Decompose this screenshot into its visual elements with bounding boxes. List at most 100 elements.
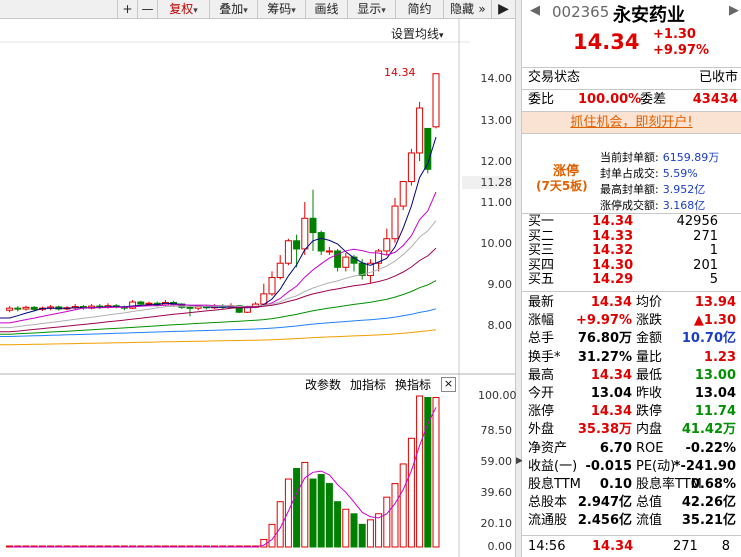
promo-link[interactable]: 抓住机会，即刻开户! — [522, 112, 741, 133]
stat-label: 总股本 — [528, 495, 568, 511]
bid-price: 14.33 — [592, 228, 634, 244]
chouma-label: 筹码 — [267, 2, 292, 16]
candle — [383, 228, 391, 256]
jianyue-button[interactable]: 简约 — [395, 0, 443, 18]
stat-value: 41.42万 — [681, 422, 736, 438]
limit-up-row: 当前封单额: 6159.89万 — [600, 150, 719, 166]
stat-label: 金额 — [636, 331, 663, 347]
indicator-bar — [325, 483, 333, 548]
current-price: 14.34 — [573, 30, 640, 54]
candle-body — [325, 250, 333, 253]
edit-params-button[interactable]: 改参数 — [305, 376, 341, 393]
indicator-bar — [375, 513, 383, 548]
chart-toolbar: + — 复权▾ 叠加▾ 筹码▾ 画线 显示▾ 简约 隐藏 » ▶ — [0, 0, 515, 19]
bid-volume: 271 — [693, 228, 718, 244]
stat-label: ROE — [636, 440, 664, 456]
indicator-axis-label: 0.00 — [487, 540, 513, 553]
splitter[interactable]: ▶ — [515, 0, 523, 557]
indicator-axis-label: 39.60 — [480, 486, 513, 499]
next-stock-icon[interactable]: ▶ — [729, 3, 739, 18]
kline-chart-area: 设置均线▾ 14.34 14.00 13.00 12.00 11.28 11.0… — [0, 19, 517, 557]
prev-stock-icon[interactable]: ◀ — [530, 3, 540, 18]
stat-label: 股息TTM — [528, 476, 581, 492]
trade-status-label: 交易状态 — [528, 70, 581, 85]
stat-value: 76.80万 — [577, 331, 632, 347]
stat-label: 均价 — [636, 295, 663, 310]
trade-status-value: 已收市 — [698, 70, 738, 85]
stock-code: 002365 — [552, 3, 610, 21]
candle — [325, 246, 333, 256]
candle-body — [6, 307, 14, 311]
bid-row: 买四 14.30 201 — [528, 258, 738, 274]
stat-row: 收益(一) -0.015 PE(动) *-241.90 — [528, 458, 738, 476]
trade-status-row: 交易状态 已收市 — [528, 69, 738, 87]
candle — [293, 234, 301, 268]
stat-row: 最高 14.34 最低 13.00 — [528, 367, 738, 385]
bid-row: 买二 14.33 271 — [528, 228, 738, 245]
candle-body — [22, 306, 30, 310]
set-ma-button[interactable]: 设置均线▾ — [391, 25, 444, 42]
stat-value: 13.94 — [694, 295, 736, 310]
panel-collapse-icon[interactable]: ▶ — [491, 0, 515, 18]
stat-value: 35.38万 — [577, 422, 632, 438]
stat-row: 净资产 6.70 ROE -0.22% — [528, 440, 738, 458]
bid-label: 买三 — [528, 243, 555, 258]
indicator-bar — [358, 523, 366, 548]
bid-price: 14.29 — [592, 272, 634, 287]
limit-up-row: 最高封单额: 3.952亿 — [600, 182, 719, 198]
more-icon[interactable]: » — [473, 0, 491, 18]
stat-label: 总手 — [528, 331, 555, 347]
limit-up-row-value: 3.168亿 — [662, 199, 706, 212]
indicator-bar — [366, 519, 374, 548]
candle-body — [145, 302, 153, 305]
indicator-bar — [268, 523, 276, 548]
stat-value: 11.74 — [694, 404, 736, 420]
zoom-in-button[interactable]: + — [117, 0, 137, 18]
candle — [334, 248, 342, 272]
chouma-button[interactable]: 筹码▾ — [257, 0, 305, 18]
fuquan-label: 复权 — [169, 2, 194, 16]
diejia-label: 叠加 — [219, 2, 244, 16]
last-price-tag: 14.34 — [384, 66, 416, 79]
limit-up-row-label: 当前封单额: — [600, 151, 659, 164]
candle-body — [342, 256, 350, 268]
candle — [268, 271, 276, 296]
bid-price: 14.34 — [592, 214, 634, 229]
candle — [342, 253, 350, 272]
ma-line — [0, 191, 437, 324]
add-indicator-button[interactable]: 加指标 — [350, 376, 386, 393]
stat-row: 涨幅 +9.97% 涨跌 ▲1.30 — [528, 312, 738, 330]
stat-row: 总手 76.80万 金额 10.70亿 — [528, 330, 738, 348]
candle — [375, 248, 383, 272]
candle — [407, 148, 415, 186]
stat-value: 0.10 — [599, 476, 632, 492]
stat-value: 13.04 — [590, 385, 632, 401]
tick-time: 14:56 — [528, 539, 566, 554]
limit-up-row-label: 最高封单额: — [600, 183, 659, 196]
bid-book: 买一 14.34 42956 买二 14.33 271 买三 14.32 1 买… — [528, 214, 738, 288]
stat-label: 最高 — [528, 367, 555, 383]
xianshi-dropdown[interactable]: 显示▾ — [347, 0, 395, 18]
stat-label: 外盘 — [528, 422, 555, 438]
close-indicator-button[interactable]: × — [441, 377, 456, 392]
candle — [399, 181, 407, 211]
stat-value: 1.23 — [703, 349, 736, 365]
stat-value: 14.34 — [590, 367, 632, 383]
bid-volume: 42956 — [676, 214, 718, 229]
zoom-out-button[interactable]: — — [137, 0, 157, 18]
stat-row: 最新 14.34 均价 13.94 — [528, 294, 738, 312]
switch-indicator-button[interactable]: 换指标 — [395, 376, 431, 393]
ma-line — [0, 329, 437, 346]
chevron-down-icon: ▾ — [291, 6, 296, 16]
limit-up-row-label: 封单占成交: — [600, 167, 659, 180]
indicator-bar — [391, 483, 399, 548]
price-axis-label: 14.00 — [480, 72, 513, 85]
candle-body — [293, 240, 301, 250]
price-axis-label: 11.00 — [480, 196, 513, 209]
promo-banner[interactable]: 抓住机会，即刻开户! — [522, 112, 741, 133]
diejia-dropdown[interactable]: 叠加▾ — [209, 0, 257, 18]
fuquan-dropdown[interactable]: 复权▾ — [157, 0, 209, 18]
stat-row: 股息TTM 0.10 股息率TTM 0.68% — [528, 476, 738, 494]
candle-body — [416, 107, 424, 154]
huaxian-button[interactable]: 画线 — [305, 0, 347, 18]
